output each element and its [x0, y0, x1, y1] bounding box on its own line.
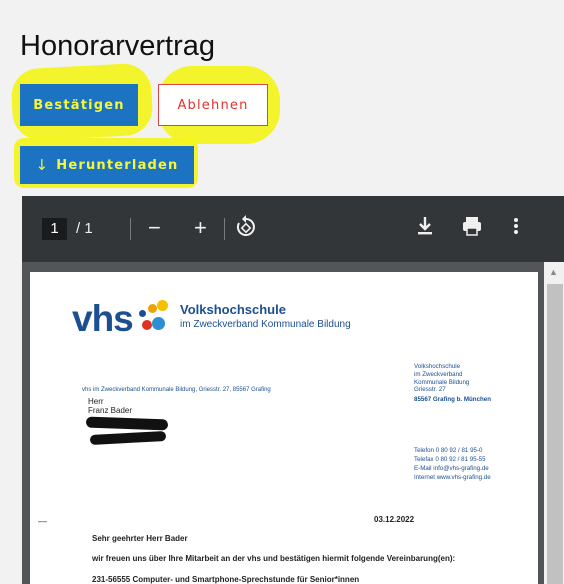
redaction-scribble — [89, 431, 167, 445]
pdf-toolbar: 1 / 1 − + — [22, 196, 564, 262]
confirm-button[interactable]: Bestätigen — [20, 84, 138, 126]
rotate-icon[interactable] — [234, 213, 258, 246]
letter-greeting: Sehr geehrter Herr Bader — [92, 534, 188, 543]
download-button[interactable]: ↓ Herunterladen — [20, 146, 194, 184]
pdf-viewer[interactable]: 1 / 1 − + vhs Volkshochschule im Zweckve… — [22, 196, 564, 584]
contact-line: Telefax 0 80 92 / 81 95-55 — [414, 455, 486, 463]
letter-date: 03.12.2022 — [374, 515, 415, 524]
zoom-out-icon[interactable]: − — [148, 214, 161, 242]
page-title: Honorarvertrag — [20, 30, 216, 62]
confirm-button-label: Bestätigen — [33, 97, 125, 113]
letter-intro: wir freuen uns über Ihre Mitarbeit an de… — [92, 554, 456, 563]
recipient-name: Franz Bader — [88, 406, 133, 416]
print-icon[interactable] — [460, 214, 484, 245]
sender-line: Kommunale Bildung — [414, 378, 470, 386]
pdf-scrollbar[interactable]: ▲ — [544, 262, 564, 584]
contact-block: Telefon 0 80 92 / 81 95-0 Telefax 0 80 9… — [414, 447, 491, 483]
more-icon[interactable] — [512, 214, 520, 245]
decline-button[interactable]: Ablehnen — [158, 84, 268, 126]
vhs-logo: vhs — [72, 298, 134, 339]
scroll-up-icon[interactable]: ▲ — [549, 267, 558, 277]
download-arrow-icon: ↓ — [35, 156, 50, 174]
course-title: 231-56555 Computer- und Smartphone-Sprec… — [92, 575, 360, 584]
fold-mark: — — [38, 516, 47, 526]
sender-line: im Zweckverband — [414, 370, 463, 378]
sender-line: Griesstr. 27 — [414, 386, 446, 394]
contact-line: E-Mail info@vhs-grafing.de — [414, 464, 489, 472]
contact-line: Internet www.vhs-grafing.de — [414, 473, 491, 481]
download-button-label: Herunterladen — [56, 157, 179, 173]
recipient-salutation: Herr — [88, 397, 104, 406]
page-number-input[interactable]: 1 — [42, 218, 67, 240]
sender-city: 85567 Grafing b. München — [414, 396, 492, 403]
toolbar-divider — [130, 218, 131, 240]
decline-button-label: Ablehnen — [177, 97, 249, 113]
page-total: / 1 — [76, 220, 93, 237]
zoom-in-icon[interactable]: + — [194, 214, 207, 242]
org-name: Volkshochschule — [180, 302, 286, 317]
contact-line: Telefon 0 80 92 / 81 95-0 — [414, 447, 483, 454]
pdf-page: vhs Volkshochschule im Zweckverband Komm… — [30, 272, 538, 584]
download-icon[interactable] — [415, 214, 435, 245]
redaction-scribble — [85, 416, 169, 431]
scrollbar-thumb[interactable] — [547, 284, 563, 584]
sender-block: Volkshochschule im Zweckverband Kommunal… — [414, 363, 491, 404]
toolbar-divider — [224, 218, 225, 240]
sender-line: Volkshochschule — [414, 363, 461, 370]
org-subtitle: im Zweckverband Kommunale Bildung — [180, 319, 351, 330]
return-address: vhs im Zweckverband Kommunale Bildung, G… — [82, 387, 271, 393]
recipient-address: Herr Franz Bader — [88, 397, 132, 415]
